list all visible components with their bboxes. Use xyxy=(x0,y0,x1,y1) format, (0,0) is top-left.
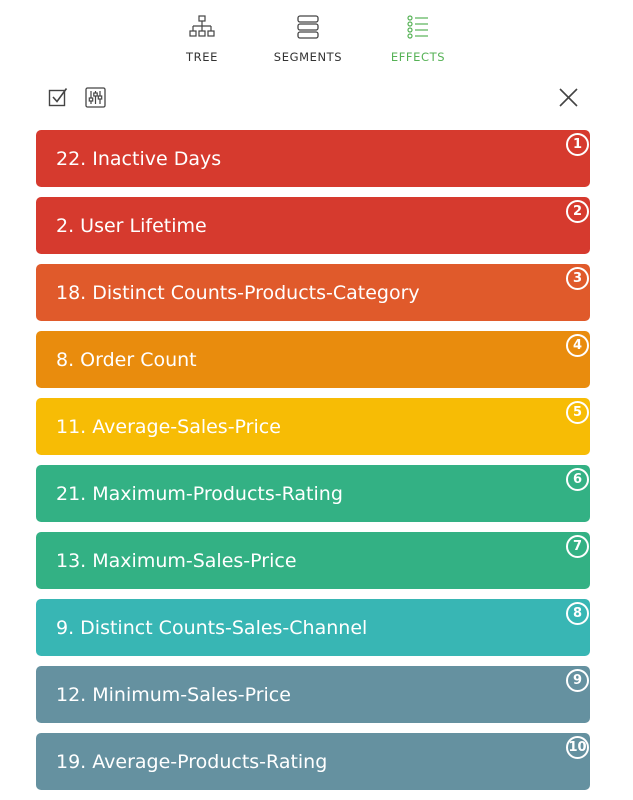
effect-label: 18. Distinct Counts-Products-Category xyxy=(56,281,420,304)
effect-label: 19. Average-Products-Rating xyxy=(56,750,328,773)
rank-badge: 10 xyxy=(566,736,589,759)
effect-item[interactable]: 9. Distinct Counts-Sales-Channel 8 xyxy=(36,599,590,656)
rank-badge: 2 xyxy=(566,200,589,223)
effect-label: 13. Maximum-Sales-Price xyxy=(56,549,297,572)
tab-effects-label: EFFECTS xyxy=(390,50,446,64)
effect-item[interactable]: 11. Average-Sales-Price 5 xyxy=(36,398,590,455)
rank-badge: 8 xyxy=(566,602,589,625)
rank-badge: 9 xyxy=(566,669,589,692)
effects-list: 22. Inactive Days 1 2. User Lifetime 2 18. D… xyxy=(36,130,590,800)
rank-badge: 4 xyxy=(566,334,589,357)
view-tabs: TREE SEGMENTS EFFECTS xyxy=(0,0,633,75)
select-all-checkbox-icon[interactable] xyxy=(48,87,68,107)
sliders-icon[interactable] xyxy=(85,87,106,108)
rank-badge: 3 xyxy=(566,267,589,290)
rank-badge: 7 xyxy=(566,535,589,558)
effect-label: 8. Order Count xyxy=(56,348,197,371)
effect-item[interactable]: 13. Maximum-Sales-Price 7 xyxy=(36,532,590,589)
effects-list-icon xyxy=(407,15,428,39)
effect-label: 9. Distinct Counts-Sales-Channel xyxy=(56,616,368,639)
effect-label: 12. Minimum-Sales-Price xyxy=(56,683,291,706)
close-icon[interactable] xyxy=(558,87,579,108)
tab-tree[interactable]: TREE xyxy=(152,14,252,64)
rank-badge: 1 xyxy=(566,133,589,156)
effect-item[interactable]: 18. Distinct Counts-Products-Category 3 xyxy=(36,264,590,321)
effect-label: 11. Average-Sales-Price xyxy=(56,415,281,438)
tab-tree-label: TREE xyxy=(186,50,218,64)
tab-effects[interactable]: EFFECTS xyxy=(368,14,468,64)
effect-label: 2. User Lifetime xyxy=(56,214,207,237)
tree-icon xyxy=(189,15,215,37)
effect-item[interactable]: 19. Average-Products-Rating 10 xyxy=(36,733,590,790)
effect-item[interactable]: 21. Maximum-Products-Rating 6 xyxy=(36,465,590,522)
effect-item[interactable]: 2. User Lifetime 2 xyxy=(36,197,590,254)
rank-badge: 5 xyxy=(566,401,589,424)
effect-item[interactable]: 22. Inactive Days 1 xyxy=(36,130,590,187)
effect-item[interactable]: 12. Minimum-Sales-Price 9 xyxy=(36,666,590,723)
effect-label: 22. Inactive Days xyxy=(56,147,222,170)
tab-segments-label: SEGMENTS xyxy=(273,50,343,64)
segments-icon xyxy=(297,15,319,39)
tab-segments[interactable]: SEGMENTS xyxy=(258,14,358,64)
effect-item[interactable]: 8. Order Count 4 xyxy=(36,331,590,388)
effect-label: 21. Maximum-Products-Rating xyxy=(56,482,343,505)
rank-badge: 6 xyxy=(566,468,589,491)
